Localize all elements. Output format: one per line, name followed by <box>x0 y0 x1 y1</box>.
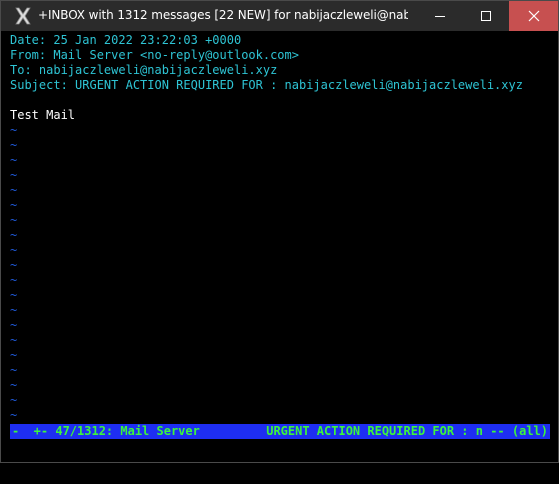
window-title: +INBOX with 1312 messages [22 NEW] for n… <box>38 8 408 22</box>
status-right: URGENT ACTION REQUIRED FOR : n -- (all) <box>266 424 548 438</box>
tilde-line: ~ <box>10 183 18 197</box>
tilde-line: ~ <box>10 138 18 152</box>
tilde-line: ~ <box>10 123 18 137</box>
header-subject: Subject: URGENT ACTION REQUIRED FOR : na… <box>10 78 523 92</box>
tilde-line: ~ <box>10 198 18 212</box>
terminal-window: +INBOX with 1312 messages [22 NEW] for n… <box>0 0 559 463</box>
tilde-line: ~ <box>10 303 18 317</box>
minimize-icon <box>435 16 445 17</box>
message-body: Test Mail <box>10 108 76 122</box>
x-app-icon[interactable] <box>13 6 33 26</box>
tilde-line: ~ <box>10 318 18 332</box>
minimize-button[interactable] <box>417 1 463 31</box>
title-bar[interactable]: +INBOX with 1312 messages [22 NEW] for n… <box>1 1 558 31</box>
tilde-line: ~ <box>10 213 18 227</box>
tilde-line: ~ <box>10 168 18 182</box>
terminal-content[interactable]: Date: 25 Jan 2022 23:22:03 +0000 From: M… <box>1 31 558 462</box>
tilde-line: ~ <box>10 348 18 362</box>
tilde-line: ~ <box>10 273 18 287</box>
close-icon <box>528 10 540 22</box>
maximize-button[interactable] <box>463 1 509 31</box>
close-button[interactable] <box>509 1 558 31</box>
tilde-line: ~ <box>10 288 18 302</box>
status-bar: - +- 47/1312: Mail Server URGENT ACTION … <box>10 424 550 439</box>
tilde-line: ~ <box>10 243 18 257</box>
tilde-line: ~ <box>10 408 18 422</box>
tilde-line: ~ <box>10 258 18 272</box>
tilde-line: ~ <box>10 378 18 392</box>
tilde-line: ~ <box>10 333 18 347</box>
tilde-line: ~ <box>10 393 18 407</box>
maximize-icon <box>481 11 491 21</box>
header-from: From: Mail Server <no-reply@outlook.com> <box>10 48 299 62</box>
tilde-line: ~ <box>10 153 18 167</box>
tilde-line: ~ <box>10 363 18 377</box>
tilde-line: ~ <box>10 228 18 242</box>
status-left: - +- 47/1312: Mail Server <box>12 424 200 438</box>
header-to: To: nabijaczleweli@nabijaczleweli.xyz <box>10 63 278 77</box>
header-date: Date: 25 Jan 2022 23:22:03 +0000 <box>10 33 242 47</box>
